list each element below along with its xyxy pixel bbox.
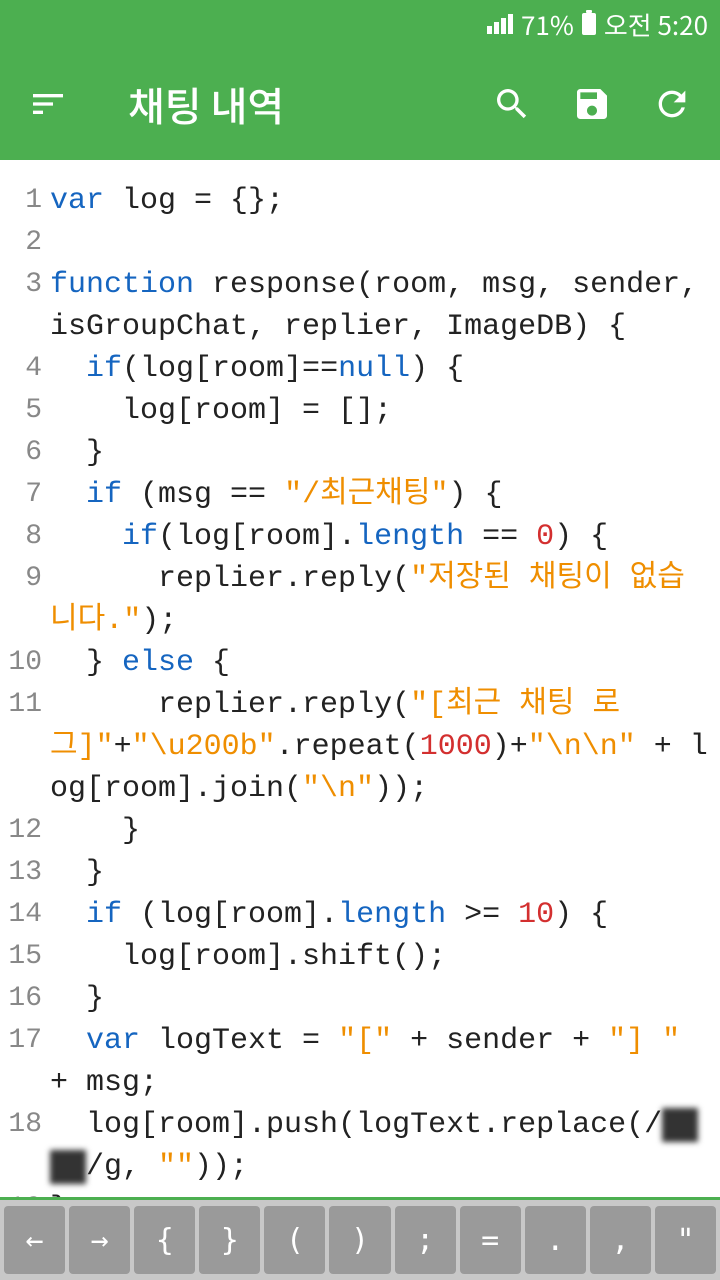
line-number: 8 — [8, 516, 50, 558]
save-button[interactable] — [568, 80, 616, 128]
code-line[interactable]: 10 } else { — [8, 642, 712, 684]
sort-icon — [28, 84, 68, 124]
code-content[interactable]: } — [50, 978, 712, 1020]
line-number: 9 — [8, 558, 50, 642]
code-content[interactable]: replier.reply("저장된 채팅이 없습니다."); — [50, 558, 712, 642]
accessory-key[interactable]: ; — [395, 1206, 456, 1274]
search-icon — [492, 84, 532, 124]
code-line[interactable]: 11 replier.reply("[최근 채팅 로그]"+"\u200b".r… — [8, 684, 712, 810]
code-line[interactable]: 6 } — [8, 432, 712, 474]
accessory-key[interactable]: ( — [264, 1206, 325, 1274]
code-line[interactable]: 14 if (log[room].length >= 10) { — [8, 894, 712, 936]
code-content[interactable]: replier.reply("[최근 채팅 로그]"+"\u200b".repe… — [50, 684, 712, 810]
line-number: 18 — [8, 1104, 50, 1188]
line-number: 16 — [8, 978, 50, 1020]
battery-text: 71% — [521, 6, 574, 43]
line-number: 3 — [8, 264, 50, 348]
refresh-button[interactable] — [648, 80, 696, 128]
line-number: 13 — [8, 852, 50, 894]
code-line[interactable]: 3function response(room, msg, sender, is… — [8, 264, 712, 348]
accessory-key[interactable]: ← — [4, 1206, 65, 1274]
code-content[interactable]: } — [50, 1188, 712, 1200]
app-bar: 채팅 내역 — [0, 48, 720, 160]
menu-button[interactable] — [24, 80, 72, 128]
signal-icon — [487, 14, 513, 34]
clock-text: 오전 5:20 — [604, 6, 708, 43]
line-number: 15 — [8, 936, 50, 978]
code-line[interactable]: 19} — [8, 1188, 712, 1200]
line-number: 6 — [8, 432, 50, 474]
code-content[interactable]: } — [50, 852, 712, 894]
code-line[interactable]: 17 var logText = "[" + sender + "] " + m… — [8, 1020, 712, 1104]
save-icon — [572, 84, 612, 124]
code-line[interactable]: 5 log[room] = []; — [8, 390, 712, 432]
accessory-key[interactable]: " — [655, 1206, 716, 1274]
code-line[interactable]: 9 replier.reply("저장된 채팅이 없습니다."); — [8, 558, 712, 642]
code-content[interactable]: } else { — [50, 642, 712, 684]
refresh-icon — [652, 84, 692, 124]
code-content[interactable]: } — [50, 432, 712, 474]
code-content[interactable] — [50, 222, 712, 264]
code-content[interactable]: log[room] = []; — [50, 390, 712, 432]
line-number: 5 — [8, 390, 50, 432]
code-editor[interactable]: 1var log = {};23function response(room, … — [0, 160, 720, 1200]
search-button[interactable] — [488, 80, 536, 128]
code-content[interactable]: var log = {}; — [50, 180, 712, 222]
code-content[interactable]: log[room].push(logText.replace(/●●●●/g, … — [50, 1104, 712, 1188]
page-title: 채팅 내역 — [128, 75, 456, 133]
battery-icon — [582, 13, 596, 35]
line-number: 11 — [8, 684, 50, 810]
code-content[interactable]: log[room].shift(); — [50, 936, 712, 978]
accessory-key[interactable]: . — [525, 1206, 586, 1274]
code-line[interactable]: 1var log = {}; — [8, 180, 712, 222]
accessory-key[interactable]: → — [69, 1206, 130, 1274]
line-number: 7 — [8, 474, 50, 516]
keyboard-accessory-row: ←→{}();=.," — [0, 1200, 720, 1280]
code-line[interactable]: 18 log[room].push(logText.replace(/●●●●/… — [8, 1104, 712, 1188]
line-number: 19 — [8, 1188, 50, 1200]
code-line[interactable]: 16 } — [8, 978, 712, 1020]
line-number: 4 — [8, 348, 50, 390]
line-number: 17 — [8, 1020, 50, 1104]
accessory-key[interactable]: = — [460, 1206, 521, 1274]
code-line[interactable]: 8 if(log[room].length == 0) { — [8, 516, 712, 558]
code-content[interactable]: if(log[room]==null) { — [50, 348, 712, 390]
accessory-key[interactable]: { — [134, 1206, 195, 1274]
line-number: 12 — [8, 810, 50, 852]
line-number: 14 — [8, 894, 50, 936]
code-content[interactable]: function response(room, msg, sender, isG… — [50, 264, 712, 348]
code-line[interactable]: 4 if(log[room]==null) { — [8, 348, 712, 390]
line-number: 2 — [8, 222, 50, 264]
code-line[interactable]: 2 — [8, 222, 712, 264]
status-bar: 71% 오전 5:20 — [0, 0, 720, 48]
code-line[interactable]: 12 } — [8, 810, 712, 852]
accessory-key[interactable]: , — [590, 1206, 651, 1274]
code-line[interactable]: 15 log[room].shift(); — [8, 936, 712, 978]
code-content[interactable]: } — [50, 810, 712, 852]
code-line[interactable]: 7 if (msg == "/최근채팅") { — [8, 474, 712, 516]
code-line[interactable]: 13 } — [8, 852, 712, 894]
line-number: 1 — [8, 180, 50, 222]
code-content[interactable]: if(log[room].length == 0) { — [50, 516, 712, 558]
accessory-key[interactable]: } — [199, 1206, 260, 1274]
code-content[interactable]: if (log[room].length >= 10) { — [50, 894, 712, 936]
code-content[interactable]: var logText = "[" + sender + "] " + msg; — [50, 1020, 712, 1104]
line-number: 10 — [8, 642, 50, 684]
code-content[interactable]: if (msg == "/최근채팅") { — [50, 474, 712, 516]
accessory-key[interactable]: ) — [329, 1206, 390, 1274]
